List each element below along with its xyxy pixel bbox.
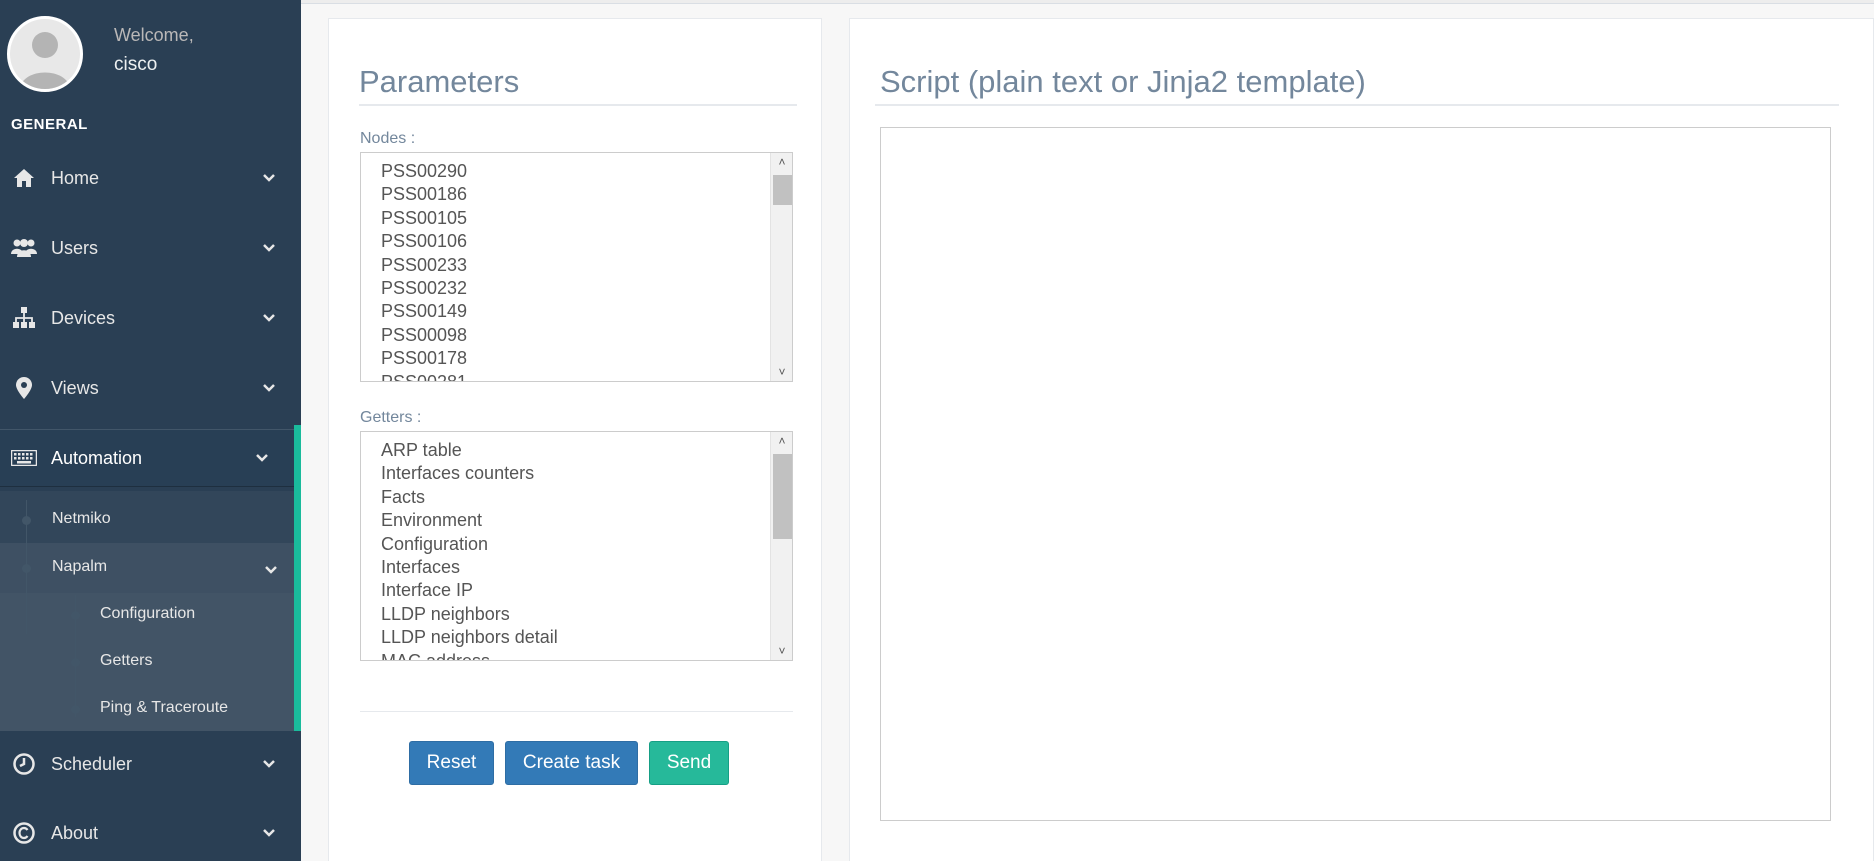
list-option[interactable]: PSS00186: [381, 184, 467, 205]
submenu-item-ping-traceroute[interactable]: Ping & Traceroute: [100, 699, 228, 717]
submenu-item-napalm[interactable]: Napalm: [52, 558, 107, 576]
menu-section-title: GENERAL: [11, 116, 88, 133]
home-icon: [11, 165, 37, 191]
reset-button[interactable]: Reset: [409, 741, 494, 785]
sidebar-item-scheduler[interactable]: Scheduler: [0, 735, 301, 793]
list-option[interactable]: Environment: [381, 510, 482, 531]
sidebar-item-views[interactable]: Views: [0, 359, 301, 417]
getters-label: Getters :: [360, 409, 422, 426]
copyright-icon: [11, 820, 37, 846]
map-marker-icon: [11, 375, 37, 401]
sidebar-item-label: Home: [51, 167, 100, 188]
create-task-button[interactable]: Create task: [505, 741, 638, 785]
scroll-down-icon[interactable]: ˅: [771, 642, 792, 660]
chevron-down-icon: [263, 244, 275, 252]
list-option[interactable]: PSS00290: [381, 161, 467, 182]
sitemap-icon: [11, 305, 37, 331]
list-option[interactable]: ARP table: [381, 440, 462, 461]
nodes-label: Nodes :: [360, 130, 416, 147]
chevron-down-icon: [263, 760, 275, 768]
sidebar-item-home[interactable]: Home: [0, 149, 301, 207]
list-option[interactable]: PSS00233: [381, 255, 467, 276]
list-option[interactable]: Interface IP: [381, 580, 473, 601]
list-option[interactable]: Configuration: [381, 534, 488, 555]
napalm-row-bg: [0, 543, 294, 593]
submenu-dot: [71, 611, 80, 620]
list-option[interactable]: MAC address: [381, 651, 490, 660]
avatar: [7, 16, 83, 92]
sidebar: Welcome, cisco GENERAL Home Users Device…: [0, 0, 301, 861]
title-divider: [359, 104, 797, 106]
parameters-title: Parameters: [359, 64, 520, 99]
nodes-select[interactable]: PSS00290 PSS00186 PSS00105 PSS00106 PSS0…: [360, 152, 793, 382]
chevron-down-icon: [265, 566, 277, 574]
submenu-dot: [71, 705, 80, 714]
list-option[interactable]: LLDP neighbors: [381, 604, 510, 625]
top-nav-strip: [301, 0, 1874, 4]
script-title: Script (plain text or Jinja2 template): [880, 64, 1366, 99]
list-option[interactable]: Facts: [381, 487, 425, 508]
submenu-item-getters[interactable]: Getters: [100, 652, 152, 670]
profile: Welcome, cisco: [0, 0, 301, 110]
keyboard-icon: [11, 445, 37, 471]
sidebar-item-users[interactable]: Users: [0, 219, 301, 277]
list-option[interactable]: Interfaces: [381, 557, 460, 578]
sidebar-item-about[interactable]: About: [0, 805, 301, 861]
submenu-item-configuration[interactable]: Configuration: [100, 605, 195, 623]
submenu-dot: [71, 658, 80, 667]
list-option[interactable]: PSS00178: [381, 348, 467, 369]
list-option[interactable]: PSS00106: [381, 231, 467, 252]
script-textarea[interactable]: [880, 127, 1831, 821]
list-option[interactable]: PSS00105: [381, 208, 467, 229]
sidebar-item-automation[interactable]: Automation: [0, 429, 294, 487]
active-indicator: [294, 425, 301, 731]
scroll-up-icon[interactable]: ˄: [771, 432, 792, 450]
submenu-dot: [22, 564, 31, 573]
list-option[interactable]: Interfaces counters: [381, 463, 534, 484]
welcome-text: Welcome,: [114, 25, 194, 45]
chevron-down-icon: [263, 829, 275, 837]
title-divider: [875, 104, 1839, 106]
list-option[interactable]: PSS00232: [381, 278, 467, 299]
username: cisco: [114, 54, 158, 75]
scroll-down-icon[interactable]: ˅: [771, 363, 792, 381]
scroll-thumb[interactable]: [773, 454, 792, 539]
sidebar-item-label: Automation: [51, 447, 143, 468]
scroll-thumb[interactable]: [773, 175, 792, 205]
sidebar-item-devices[interactable]: Devices: [0, 289, 301, 347]
buttons-divider: [360, 711, 793, 712]
submenu-dot: [22, 516, 31, 525]
script-panel: Script (plain text or Jinja2 template): [849, 18, 1874, 861]
list-option[interactable]: LLDP neighbors detail: [381, 627, 558, 648]
list-option[interactable]: PSS00098: [381, 325, 467, 346]
sidebar-item-label: Scheduler: [51, 753, 133, 774]
parameters-panel: Parameters Nodes : PSS00290 PSS00186 PSS…: [328, 18, 822, 861]
clock-icon: [11, 751, 37, 777]
list-option[interactable]: PSS00281: [381, 372, 467, 381]
sidebar-item-label: Views: [51, 377, 99, 398]
nodes-scrollbar[interactable]: ˄ ˅: [770, 153, 792, 381]
chevron-down-icon: [263, 174, 275, 182]
list-option[interactable]: PSS00149: [381, 301, 467, 322]
sidebar-item-label: About: [51, 822, 99, 843]
sidebar-item-label: Users: [51, 237, 99, 258]
chevron-down-icon: [263, 314, 275, 322]
user-avatar-icon: [10, 19, 80, 89]
scroll-up-icon[interactable]: ˄: [771, 153, 792, 171]
getters-select[interactable]: ARP table Interfaces counters Facts Envi…: [360, 431, 793, 661]
chevron-down-icon: [256, 454, 268, 462]
submenu-item-netmiko[interactable]: Netmiko: [52, 510, 111, 528]
send-button[interactable]: Send: [649, 741, 729, 785]
users-icon: [11, 235, 37, 261]
sidebar-item-label: Devices: [51, 307, 116, 328]
chevron-down-icon: [263, 384, 275, 392]
getters-scrollbar[interactable]: ˄ ˅: [770, 432, 792, 660]
